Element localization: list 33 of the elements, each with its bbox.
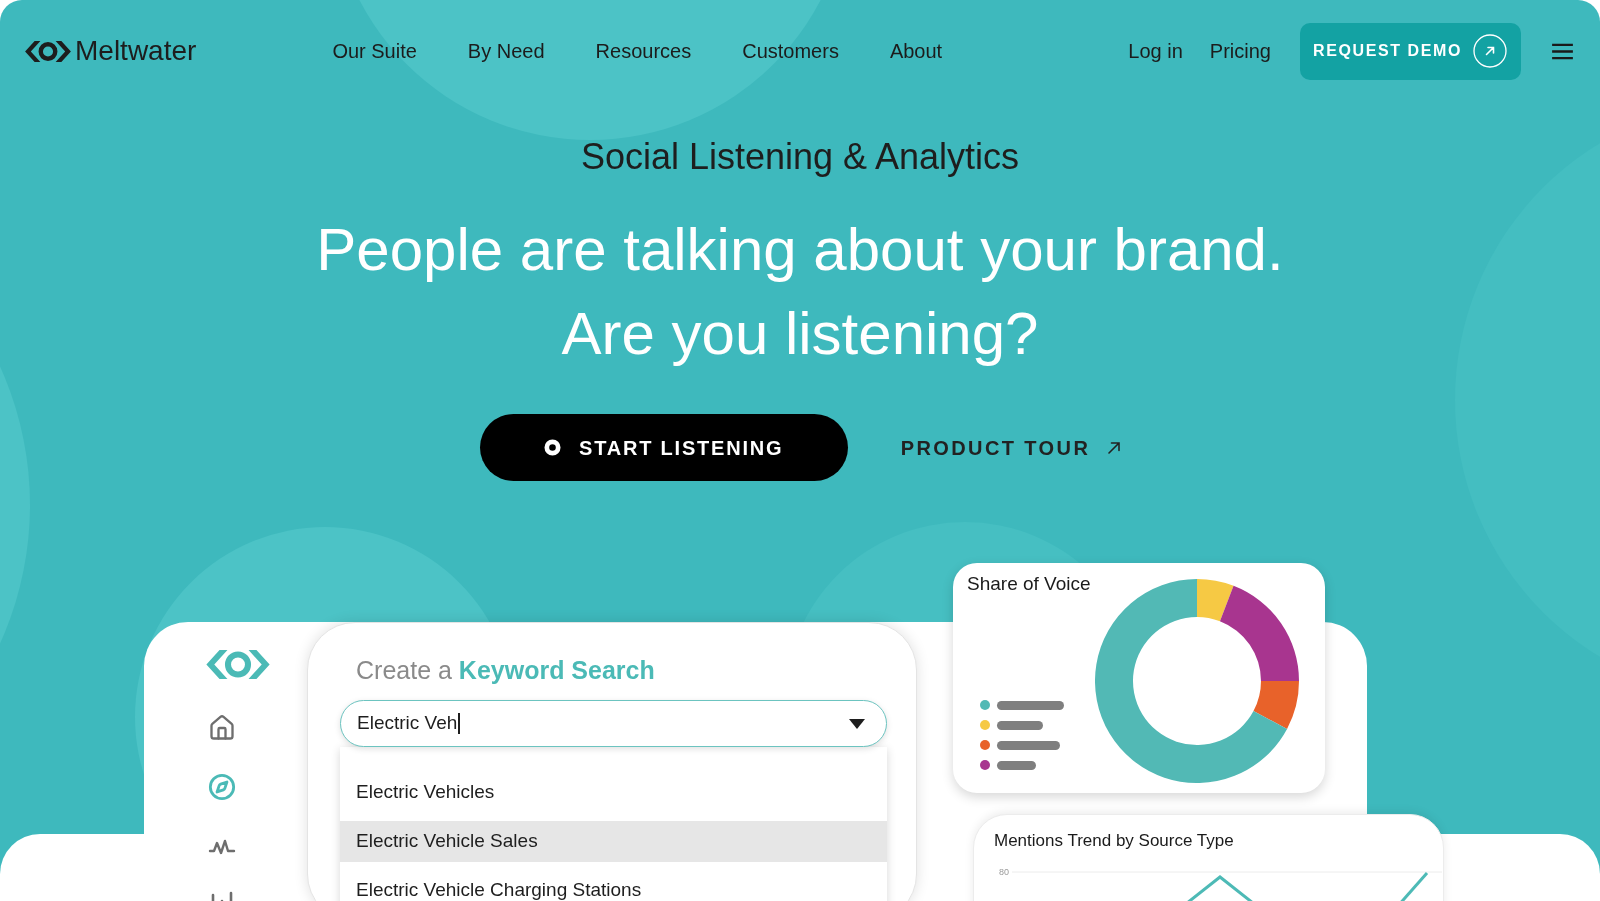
legend-label-placeholder [997, 720, 1043, 730]
product-tour-link[interactable]: PRODUCT TOUR [900, 432, 1121, 463]
nav-link[interactable]: By Need [467, 38, 545, 64]
logo-icon [25, 40, 71, 62]
nav-link[interactable]: About [889, 38, 943, 64]
menu-icon[interactable] [1552, 42, 1573, 60]
arrow-up-right-icon [1473, 34, 1507, 68]
legend-label-placeholder [997, 700, 1064, 710]
logo-icon [206, 650, 270, 679]
login-link[interactable]: Log in [1128, 38, 1183, 64]
nav-link[interactable]: Resources [595, 38, 692, 64]
nav-link[interactable]: Our Suite [332, 38, 417, 64]
arrow-up-right-icon [1108, 441, 1121, 454]
home-icon[interactable] [208, 714, 236, 742]
suggestion-item[interactable]: Electric Vehicle Sales [340, 821, 887, 862]
legend-label-placeholder [997, 740, 1060, 750]
axis-tick-label: 80 [999, 867, 1009, 877]
nav-link[interactable]: Customers [742, 38, 839, 64]
nav-link[interactable]: Pricing [1209, 38, 1271, 64]
legend-label-placeholder [997, 760, 1036, 770]
start-listening-button[interactable]: START LISTENING [479, 414, 848, 481]
suggestion-item[interactable]: Electric Vehicle Charging Stations [340, 870, 887, 901]
keyword-search-field[interactable]: Electric Veh [340, 700, 887, 747]
suggestion-item[interactable]: Electric Vehicles [340, 772, 887, 813]
ring-icon [544, 439, 561, 456]
card-title: Create a Keyword Search [356, 655, 656, 685]
hero-eyebrow: Social Listening & Analytics [580, 137, 1020, 177]
logo-text[interactable]: Meltwater [75, 35, 197, 67]
card-title: Mentions Trend by Source Type [994, 830, 1235, 852]
caret-down-icon[interactable] [849, 718, 865, 729]
hero-headline: People are talking about your brand. Are you listening? [316, 215, 1284, 369]
text-cursor [458, 713, 460, 734]
card-title: Share of Voice [967, 572, 1092, 596]
